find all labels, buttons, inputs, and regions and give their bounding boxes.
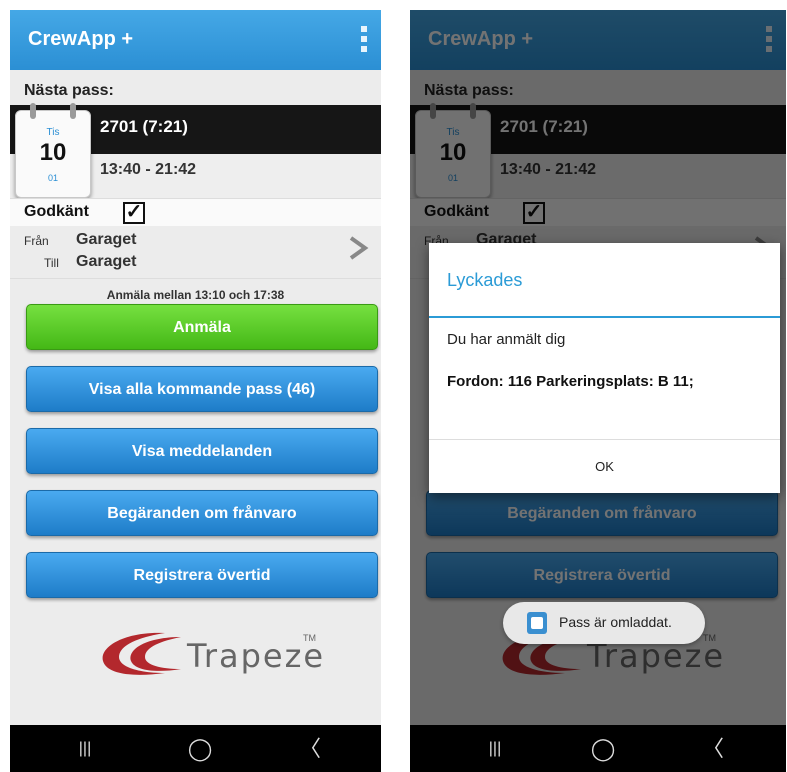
chevron-right-icon[interactable] <box>345 236 369 260</box>
app-title: CrewApp + <box>28 28 134 50</box>
show-all-shifts-button[interactable]: Visa alla kommande pass (46) <box>26 366 378 412</box>
trapeze-swoosh-icon <box>102 632 181 675</box>
back-icon[interactable]: 〈 <box>285 725 335 772</box>
shift-id: 2701 (7:21) <box>100 117 188 136</box>
register-overtime-button[interactable]: Registrera övertid <box>26 552 378 598</box>
back-icon[interactable]: 〈 <box>688 725 738 772</box>
to-value: Garaget <box>76 253 137 270</box>
from-value: Garaget <box>76 231 137 248</box>
dialog-divider <box>429 316 780 318</box>
next-shift-label: Nästa pass: <box>24 82 114 99</box>
system-nav-bar: ||| ◯ 〈 <box>410 725 786 772</box>
trapeze-logo: Trapeze TM <box>95 625 323 685</box>
dialog-message: Du har anmält dig <box>447 331 566 348</box>
shift-time: 13:40 - 21:42 <box>100 161 197 178</box>
show-messages-button[interactable]: Visa meddelanden <box>26 428 378 474</box>
toast-text: Pass är omladdat. <box>559 614 672 630</box>
recents-icon[interactable]: ||| <box>470 725 520 772</box>
calendar-icon: Tis 10 01 <box>15 103 91 198</box>
calendar-date: 10 <box>39 139 67 166</box>
system-nav-bar: ||| ◯ 〈 <box>10 725 381 772</box>
to-label: Till <box>44 256 59 270</box>
phone-screen-left: CrewApp + Nästa pass: 2701 (7:21) 13:40 … <box>10 10 381 772</box>
phone-screen-right: CrewApp + Nästa pass: 2701 (7:21) 13:40 … <box>410 10 786 772</box>
dialog-detail: Fordon: 116 Parkeringsplats: B 11; <box>447 373 694 390</box>
approved-checkbox[interactable]: ✓ <box>123 202 145 224</box>
recents-icon[interactable]: ||| <box>60 725 110 772</box>
from-label: Från <box>24 234 49 248</box>
logo-tm: TM <box>303 633 316 643</box>
home-icon[interactable]: ◯ <box>175 725 225 772</box>
ok-button[interactable]: OK <box>429 441 780 493</box>
calendar-day: Tis <box>46 127 60 138</box>
report-window-text: Anmäla mellan 13:10 och 17:38 <box>106 288 285 302</box>
calendar-month: 01 <box>47 173 58 183</box>
home-icon[interactable]: ◯ <box>578 725 628 772</box>
approved-label: Godkänt <box>24 203 89 220</box>
app-icon <box>527 612 547 634</box>
route-row[interactable]: Från Garaget Till Garaget <box>10 226 381 279</box>
report-button[interactable]: Anmäla <box>26 304 378 350</box>
toast: Pass är omladdat. <box>503 602 705 644</box>
dialog-separator <box>429 439 780 440</box>
dialog-title: Lyckades <box>447 270 523 290</box>
app-bar: CrewApp + <box>10 10 381 70</box>
overflow-menu-icon[interactable] <box>361 26 367 52</box>
absence-requests-button[interactable]: Begäranden om frånvaro <box>26 490 378 536</box>
approved-row: Godkänt ✓ <box>10 198 381 228</box>
success-dialog: Lyckades Du har anmält dig Fordon: 116 P… <box>429 243 780 493</box>
